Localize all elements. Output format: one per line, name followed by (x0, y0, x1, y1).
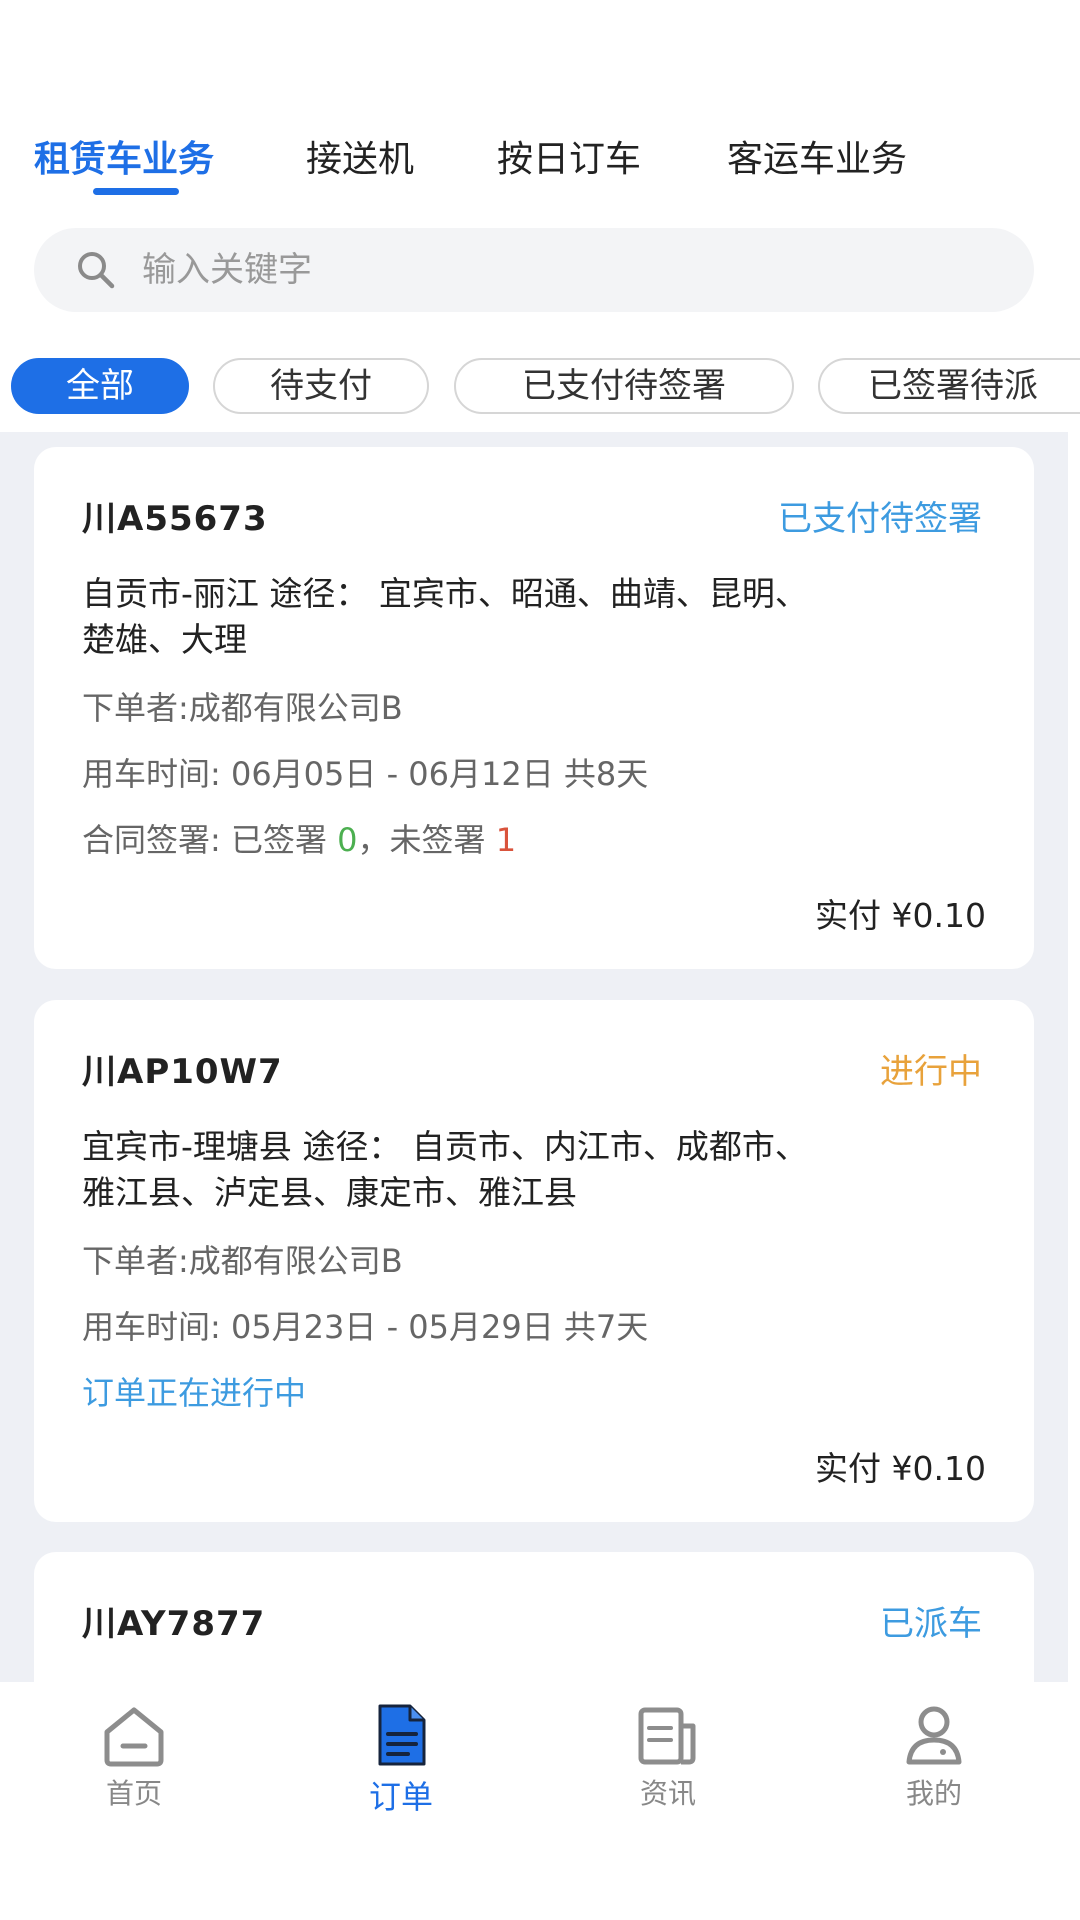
unsigned-count: 1 (495, 821, 517, 859)
news-icon (638, 1707, 696, 1765)
order-icon (378, 1704, 426, 1766)
nav-news[interactable]: 资讯 (598, 1700, 738, 1812)
rental-period: 用车时间: 06月05日 - 06月12日 共8天 (82, 755, 649, 793)
tab-airport-transfer[interactable]: 接送机 (306, 130, 414, 182)
home-icon (104, 1707, 164, 1767)
tab-passenger-bus[interactable]: 客运车业务 (727, 130, 907, 182)
order-status: 已支付待签署 (778, 499, 982, 539)
nav-label: 首页 (105, 1777, 162, 1810)
route-description: 宜宾市-理塘县 途径： 自贡市、内江市、成都市、 雅江县、泸定县、康定市、雅江县 (82, 1124, 992, 1216)
order-card[interactable]: 川AP10W7 进行中 宜宾市-理塘县 途径： 自贡市、内江市、成都市、 雅江县… (34, 1000, 1034, 1522)
active-tab-indicator (93, 188, 179, 195)
bottom-navigation: 首页 订单 资讯 我的 (0, 1682, 1080, 1920)
nav-label: 我的 (905, 1777, 962, 1810)
search-input[interactable] (142, 228, 1002, 312)
paid-amount: 实付 ¥0.10 (815, 1449, 986, 1488)
contract-label: ，未签署 (357, 821, 496, 859)
filter-chip-all[interactable]: 全部 (11, 358, 189, 414)
filter-chip-pending-payment[interactable]: 待支付 (213, 358, 429, 414)
route-line: 雅江县、泸定县、康定市、雅江县 (82, 1173, 577, 1212)
filter-chip-signed-pending-dispatch[interactable]: 已签署待派 (818, 358, 1080, 414)
order-card[interactable]: 川AY7877 已派车 (34, 1552, 1034, 1682)
plate-number: 川A55673 (82, 499, 268, 539)
nav-label: 资讯 (639, 1777, 696, 1810)
profile-icon (906, 1706, 962, 1765)
paid-amount: 实付 ¥0.10 (815, 896, 986, 935)
route-line: 宜宾市-理塘县 途径： 自贡市、内江市、成都市、 (82, 1127, 808, 1166)
contract-signing: 合同签署: 已签署 0，未签署 1 (82, 815, 516, 861)
orderer: 下单者:成都有限公司B (82, 1242, 403, 1280)
search-bar[interactable] (34, 228, 1034, 312)
nav-label: 订单 (368, 1778, 433, 1816)
signed-count: 0 (337, 821, 358, 859)
route-line: 楚雄、大理 (82, 620, 247, 659)
filter-chip-paid-pending-sign[interactable]: 已支付待签署 (454, 358, 794, 414)
order-status: 进行中 (880, 1052, 982, 1092)
nav-profile[interactable]: 我的 (864, 1700, 1004, 1812)
plate-number: 川AP10W7 (82, 1052, 283, 1092)
route-line: 自贡市-丽江 途径： 宜宾市、昭通、曲靖、昆明、 (82, 574, 808, 613)
orderer: 下单者:成都有限公司B (82, 689, 403, 727)
search-icon (78, 252, 115, 289)
nav-home[interactable]: 首页 (64, 1700, 204, 1812)
tab-rental-car[interactable]: 租赁车业务 (34, 130, 214, 182)
order-card[interactable]: 川A55673 已支付待签署 自贡市-丽江 途径： 宜宾市、昭通、曲靖、昆明、 … (34, 447, 1034, 969)
order-list[interactable]: 川A55673 已支付待签署 自贡市-丽江 途径： 宜宾市、昭通、曲靖、昆明、 … (0, 432, 1068, 1682)
progress-note: 订单正在进行中 (82, 1374, 307, 1412)
route-description: 自贡市-丽江 途径： 宜宾市、昭通、曲靖、昆明、 楚雄、大理 (82, 571, 992, 663)
rental-period: 用车时间: 05月23日 - 05月29日 共7天 (82, 1308, 649, 1346)
order-status: 已派车 (880, 1604, 982, 1644)
tab-daily-booking[interactable]: 按日订车 (497, 130, 641, 182)
contract-label: 合同签署: 已签署 (82, 821, 338, 859)
plate-number: 川AY7877 (82, 1604, 266, 1644)
nav-orders[interactable]: 订单 (331, 1700, 471, 1818)
status-filter-bar: 全部 待支付 已支付待签署 已签署待派 (0, 358, 1080, 418)
